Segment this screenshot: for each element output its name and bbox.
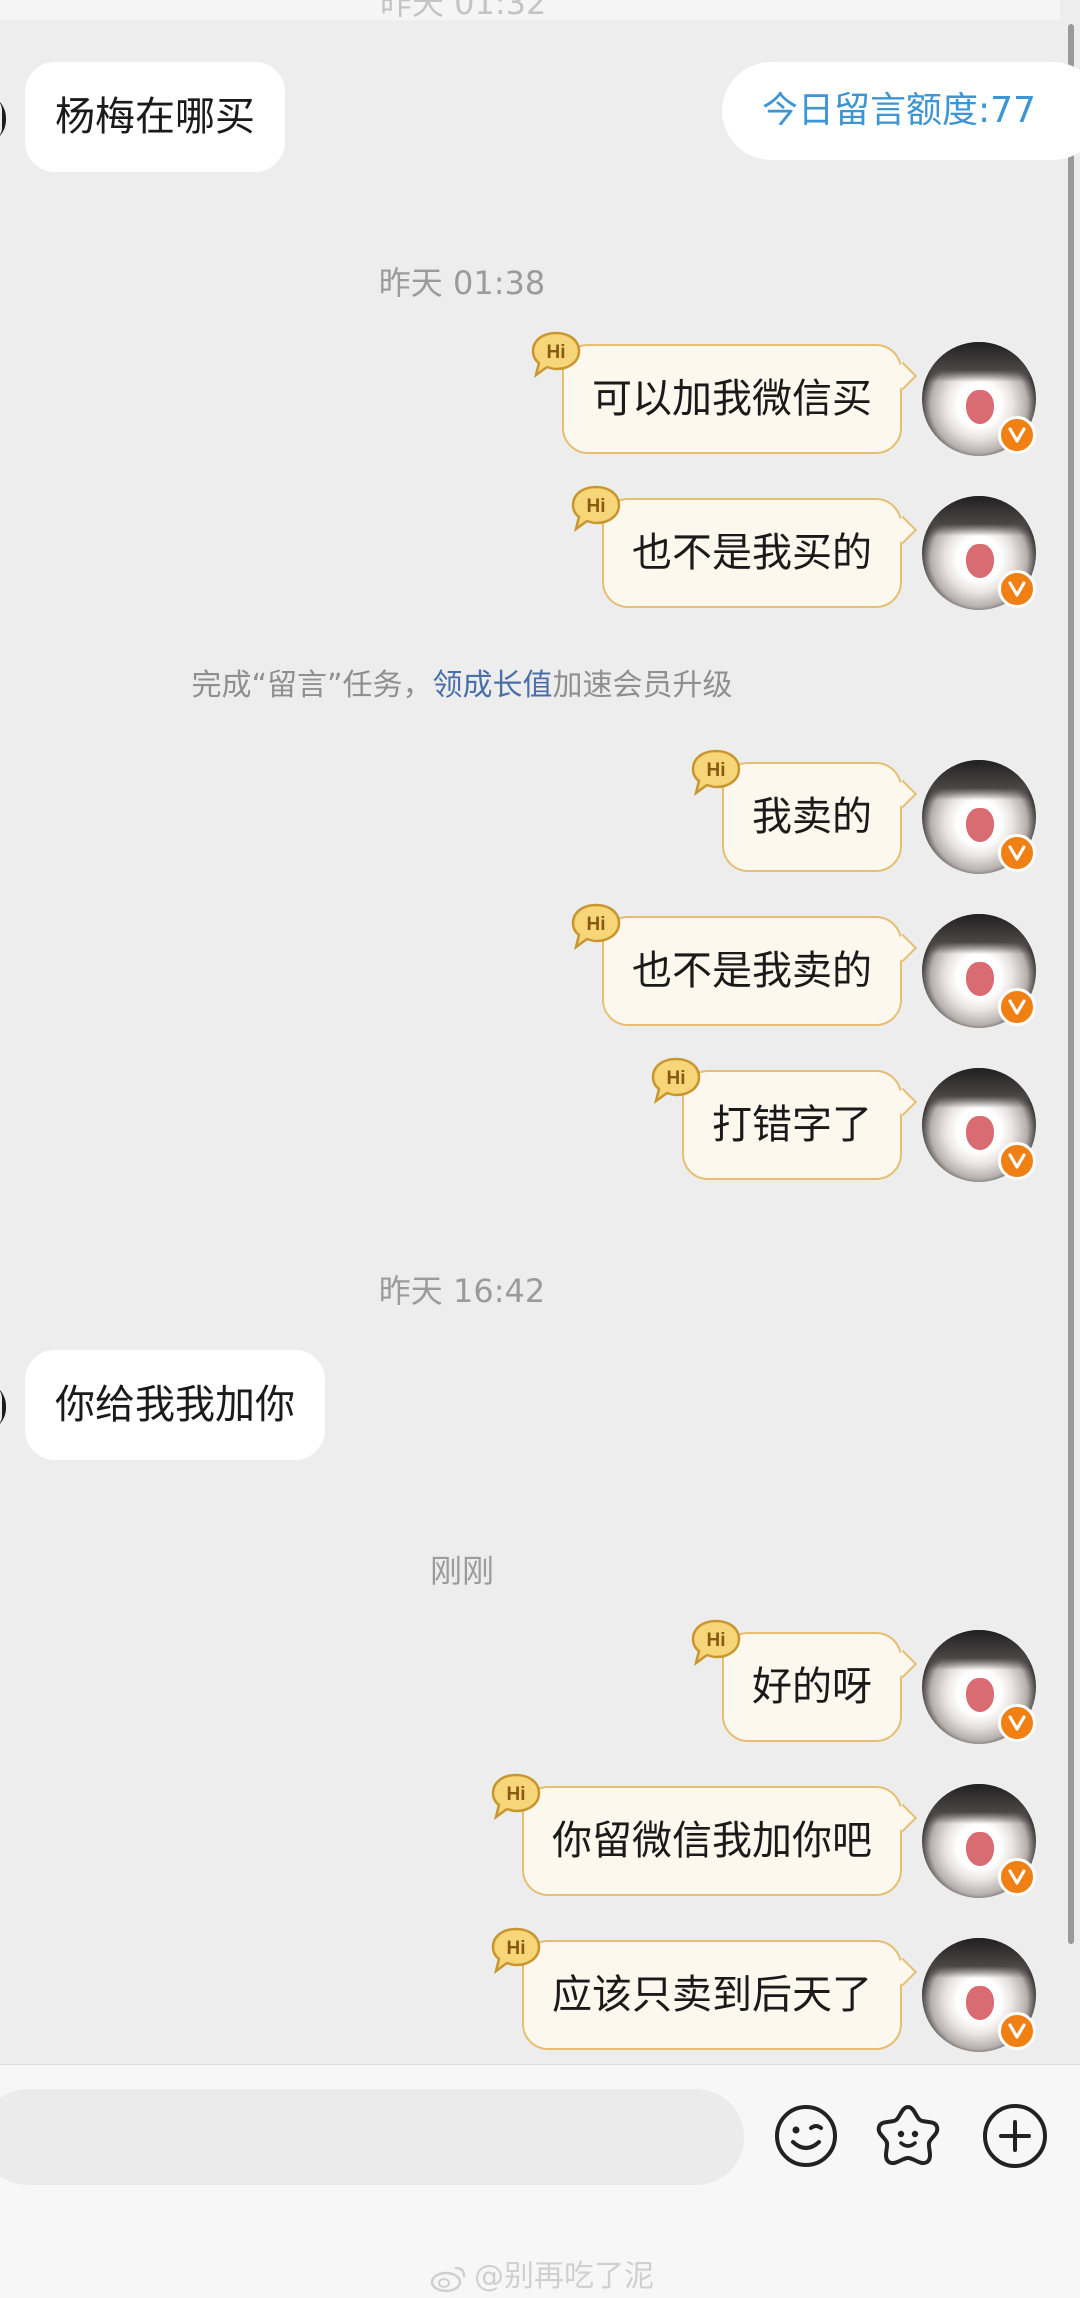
outgoing-message[interactable]: Hi 你留微信我加你吧 (491, 1773, 902, 1896)
hi-tag-icon: Hi (571, 903, 621, 950)
svg-text:Hi: Hi (547, 342, 566, 363)
hi-tag-icon: Hi (691, 749, 741, 796)
my-avatar[interactable] (922, 914, 1036, 1028)
outgoing-message[interactable]: Hi 打错字了 (651, 1057, 902, 1180)
svg-text:Hi: Hi (507, 1784, 526, 1805)
outgoing-message[interactable]: Hi 好的呀 (691, 1619, 902, 1742)
watermark-text: @别再吃了泥 (474, 2259, 654, 2294)
hi-tag-icon: Hi (691, 1619, 741, 1666)
verified-badge-icon (998, 988, 1036, 1026)
scrollbar[interactable] (1068, 24, 1074, 1944)
svg-text:Hi: Hi (507, 1938, 526, 1959)
timestamp: 昨天 01:38 (378, 264, 546, 302)
my-avatar[interactable] (922, 1938, 1036, 2052)
incoming-message[interactable]: 杨梅在哪买 (25, 62, 285, 172)
message-text: 应该只卖到后天了 (552, 1972, 872, 2018)
sticker-icon[interactable] (873, 2101, 943, 2171)
svg-text:Hi: Hi (587, 496, 606, 517)
verified-badge-icon (998, 1704, 1036, 1742)
incoming-message[interactable]: 你给我我加你 (25, 1350, 325, 1460)
message-quota-text: 今日留言额度:77 (762, 90, 1036, 131)
system-notice: 完成“留言”任务，领成长值加速会员升级 (0, 660, 924, 704)
message-text: 也不是我卖的 (632, 948, 872, 994)
verified-badge-icon (998, 1858, 1036, 1896)
my-avatar[interactable] (922, 342, 1036, 456)
input-bar: @别再吃了泥 (0, 2064, 1080, 2298)
message-text: 你给我我加你 (55, 1382, 295, 1428)
message-text: 可以加我微信买 (592, 376, 872, 422)
my-avatar[interactable] (922, 496, 1036, 610)
message-text: 杨梅在哪买 (55, 94, 255, 140)
timestamp: 昨天 16:42 (378, 1272, 546, 1310)
message-quota-pill: 今日留言额度:77 (722, 62, 1080, 160)
my-avatar[interactable] (922, 1784, 1036, 1898)
message-text: 打错字了 (712, 1102, 872, 1148)
outgoing-message[interactable]: Hi 也不是我买的 (571, 485, 902, 608)
outgoing-message[interactable]: Hi 也不是我卖的 (571, 903, 902, 1026)
system-notice-suffix: 加速会员升级 (552, 668, 733, 703)
weibo-watermark: @别再吃了泥 (430, 2251, 654, 2295)
svg-text:Hi: Hi (667, 1068, 686, 1089)
outgoing-message[interactable]: Hi 可以加我微信买 (531, 331, 902, 454)
hi-tag-icon: Hi (651, 1057, 701, 1104)
hi-tag-icon: Hi (491, 1927, 541, 1974)
hi-tag-icon: Hi (531, 331, 581, 378)
verified-badge-icon (998, 834, 1036, 872)
svg-text:Hi: Hi (707, 1630, 726, 1651)
my-avatar[interactable] (922, 1068, 1036, 1182)
outgoing-message[interactable]: Hi 应该只卖到后天了 (491, 1927, 902, 2050)
svg-text:Hi: Hi (707, 760, 726, 781)
my-avatar[interactable] (922, 760, 1036, 874)
message-input[interactable] (0, 2089, 744, 2185)
message-text: 你留微信我加你吧 (552, 1818, 872, 1864)
hi-tag-icon: Hi (571, 485, 621, 532)
chat-area[interactable]: 昨天 01:32 今日留言额度:77 杨梅在哪买 昨天 01:38 Hi 可以加… (0, 0, 1080, 2064)
sender-avatar[interactable] (0, 94, 6, 144)
system-notice-prefix: 完成“留言”任务， (191, 668, 433, 703)
verified-badge-icon (998, 570, 1036, 608)
svg-text:Hi: Hi (587, 914, 606, 935)
plus-icon[interactable] (980, 2101, 1050, 2171)
verified-badge-icon (998, 416, 1036, 454)
emoji-icon[interactable] (771, 2101, 841, 2171)
message-text: 好的呀 (752, 1664, 872, 1710)
verified-badge-icon (998, 1142, 1036, 1180)
message-text: 也不是我买的 (632, 530, 872, 576)
hi-tag-icon: Hi (491, 1773, 541, 1820)
outgoing-message[interactable]: Hi 我卖的 (691, 749, 902, 872)
my-avatar[interactable] (922, 1630, 1036, 1744)
previous-timestamp-cut: 昨天 01:32 (0, 0, 1060, 22)
previous-timestamp: 昨天 01:32 (380, 0, 547, 22)
weibo-logo-icon (430, 2266, 466, 2292)
message-text: 我卖的 (752, 794, 872, 840)
sender-avatar[interactable] (0, 1382, 6, 1432)
growth-value-link[interactable]: 领成长值 (433, 668, 553, 703)
timestamp: 刚刚 (429, 1552, 494, 1590)
verified-badge-icon (998, 2012, 1036, 2050)
